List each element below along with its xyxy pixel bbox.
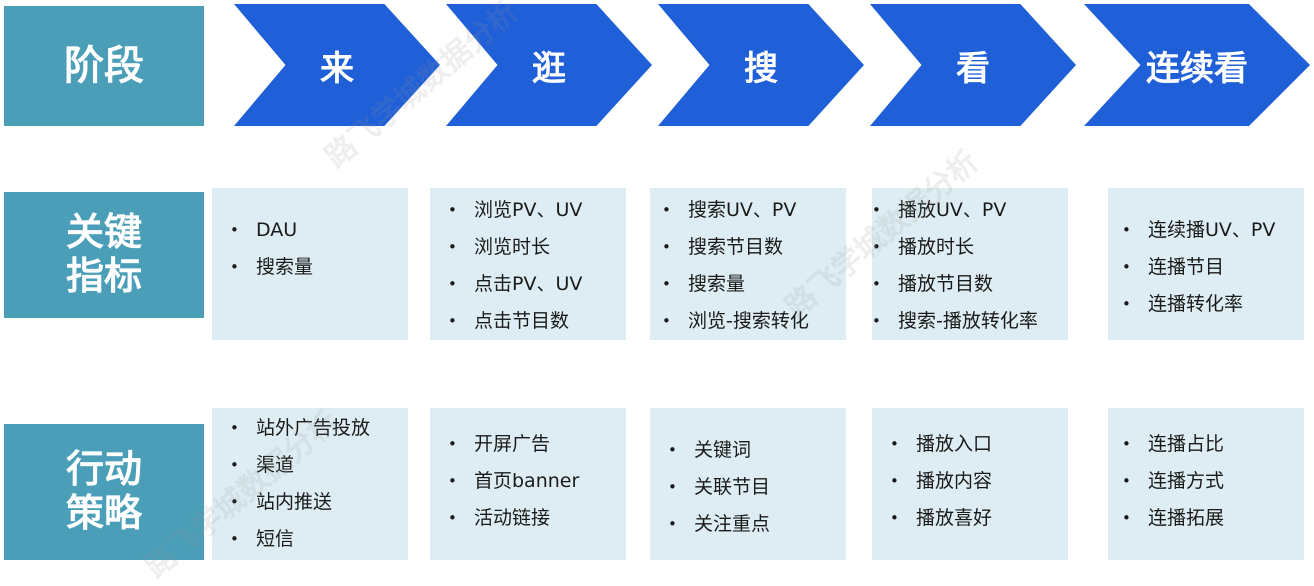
list-item: 搜索量: [230, 249, 408, 286]
metrics-list: 连续播UV、PV 连播节目 连播转化率: [1122, 212, 1304, 323]
list-item: 短信: [230, 521, 408, 558]
row-label-action-strategy-line-2: 策略: [65, 491, 142, 535]
list-item: 浏览-搜索转化: [662, 303, 846, 340]
row-label-key-metrics-line-1: 关键: [65, 210, 142, 255]
list-item: 连播拓展: [1122, 500, 1304, 537]
metrics-list: 浏览PV、UV 浏览时长 点击PV、UV 点击节目数: [448, 192, 626, 340]
stage-chevron-search: 搜: [658, 4, 864, 126]
list-item: 播放内容: [890, 463, 1068, 500]
row-label-key-metrics: 关键 指标: [4, 192, 204, 318]
actions-panel-browse: 开屏广告 首页banner 活动链接: [430, 408, 626, 560]
row-label-key-metrics-text: 关键 指标: [66, 211, 142, 298]
stage-label: 搜: [744, 48, 778, 89]
stage-label: 逛: [532, 48, 566, 89]
row-label-stage: 阶段: [4, 6, 204, 126]
list-item: 浏览时长: [448, 229, 626, 266]
actions-list: 关键词 关联节目 关注重点: [668, 432, 846, 543]
list-item: 开屏广告: [448, 426, 626, 463]
list-item: 站内推送: [230, 484, 408, 521]
actions-list: 连播占比 连播方式 连播拓展: [1122, 426, 1304, 537]
list-item: DAU: [230, 212, 408, 249]
list-item: 浏览PV、UV: [448, 192, 626, 229]
list-item: 播放UV、PV: [872, 192, 1068, 229]
stage-chevron-browse: 逛: [446, 4, 652, 126]
actions-panel-watch: 播放入口 播放内容 播放喜好: [872, 408, 1068, 560]
metrics-panel-watch: 播放UV、PV 播放时长 播放节目数 搜索-播放转化率: [872, 188, 1068, 340]
metrics-list: DAU 搜索量: [230, 212, 408, 286]
list-item: 渠道: [230, 447, 408, 484]
stage-label: 看: [956, 48, 990, 89]
metrics-panel-continuous-watch: 连续播UV、PV 连播节目 连播转化率: [1108, 188, 1304, 340]
metrics-panel-browse: 浏览PV、UV 浏览时长 点击PV、UV 点击节目数: [430, 188, 626, 340]
actions-panel-search: 关键词 关联节目 关注重点: [650, 408, 846, 560]
list-item: 播放时长: [872, 229, 1068, 266]
row-label-action-strategy: 行动 策略: [4, 424, 204, 560]
list-item: 连播方式: [1122, 463, 1304, 500]
list-item: 关注重点: [668, 506, 846, 543]
actions-list: 站外广告投放 渠道 站内推送 短信: [230, 410, 408, 558]
list-item: 点击节目数: [448, 303, 626, 340]
stage-label: 来: [320, 48, 354, 89]
list-item: 搜索量: [662, 266, 846, 303]
list-item: 连播节目: [1122, 249, 1304, 286]
actions-list: 开屏广告 首页banner 活动链接: [448, 426, 626, 537]
list-item: 连播占比: [1122, 426, 1304, 463]
list-item: 活动链接: [448, 500, 626, 537]
metrics-panel-search: 搜索UV、PV 搜索节目数 搜索量 浏览-搜索转化: [650, 188, 846, 340]
list-item: 站外广告投放: [230, 410, 408, 447]
stage-chevron-continuous-watch: 连续看: [1084, 4, 1310, 126]
metrics-panel-come: DAU 搜索量: [212, 188, 408, 340]
list-item: 搜索-播放转化率: [872, 303, 1068, 340]
list-item: 点击PV、UV: [448, 266, 626, 303]
actions-panel-continuous-watch: 连播占比 连播方式 连播拓展: [1108, 408, 1304, 560]
stage-chevron-come: 来: [234, 4, 440, 126]
actions-panel-come: 站外广告投放 渠道 站内推送 短信: [212, 408, 408, 560]
actions-list: 播放入口 播放内容 播放喜好: [890, 426, 1068, 537]
list-item: 关键词: [668, 432, 846, 469]
stage-label: 连续看: [1146, 48, 1248, 89]
list-item: 关联节目: [668, 469, 846, 506]
list-item: 播放入口: [890, 426, 1068, 463]
list-item: 首页banner: [448, 463, 626, 500]
metrics-list: 播放UV、PV 播放时长 播放节目数 搜索-播放转化率: [872, 192, 1068, 340]
stage-chevron-watch: 看: [870, 4, 1076, 126]
list-item: 搜索节目数: [662, 229, 846, 266]
list-item: 搜索UV、PV: [662, 192, 846, 229]
row-label-action-strategy-text: 行动 策略: [66, 448, 142, 535]
list-item: 连续播UV、PV: [1122, 212, 1304, 249]
list-item: 播放喜好: [890, 500, 1068, 537]
list-item: 播放节目数: [872, 266, 1068, 303]
row-label-action-strategy-line-1: 行动: [65, 447, 142, 492]
row-label-key-metrics-line-2: 指标: [65, 254, 142, 298]
list-item: 连播转化率: [1122, 286, 1304, 323]
row-label-stage-text: 阶段: [64, 43, 144, 89]
metrics-list: 搜索UV、PV 搜索节目数 搜索量 浏览-搜索转化: [662, 192, 846, 340]
